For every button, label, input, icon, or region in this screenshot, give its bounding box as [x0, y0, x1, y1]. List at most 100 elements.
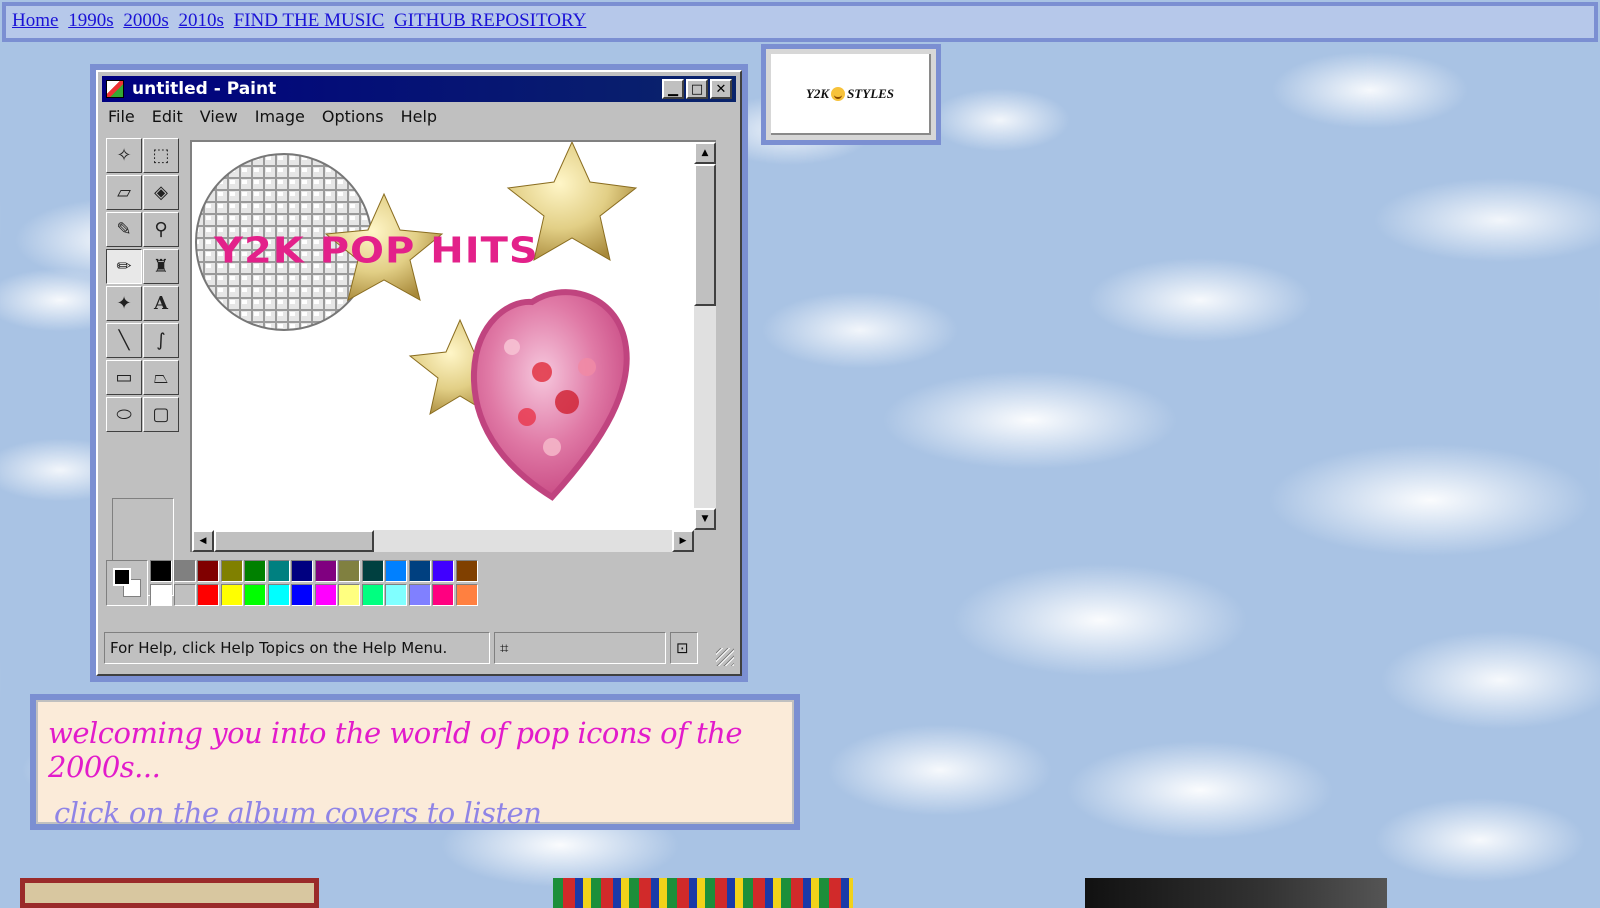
menu-file[interactable]: File — [108, 107, 135, 126]
status-bar: For Help, click Help Topics on the Help … — [104, 632, 734, 666]
album-cover-3[interactable] — [1085, 878, 1387, 908]
window-controls: ▁ □ ✕ — [662, 79, 732, 99]
color-picker-icon[interactable]: ✎ — [106, 212, 142, 247]
rounded-rect-icon[interactable]: ▢ — [143, 397, 179, 432]
text-tool-icon[interactable]: A — [143, 286, 179, 321]
scroll-right-icon[interactable]: ▶ — [672, 530, 694, 552]
paint-window: untitled - Paint ▁ □ ✕ File Edit View Im… — [96, 70, 742, 676]
minimize-button[interactable]: ▁ — [662, 79, 684, 99]
palette-swatch[interactable] — [150, 584, 172, 606]
nav-link-github-repository[interactable]: GITHUB REPOSITORY — [394, 10, 586, 31]
nav-link-find-the-music[interactable]: FIND THE MUSIC — [234, 10, 385, 31]
palette-swatch[interactable] — [173, 584, 196, 606]
vertical-scroll-thumb[interactable] — [694, 164, 716, 306]
selection-size-icon: ⊡ — [670, 632, 698, 664]
brush-icon[interactable]: ♜ — [143, 249, 179, 284]
canvas-headline: Y2K POP HITS — [214, 230, 539, 272]
palette-swatch[interactable] — [314, 560, 337, 582]
palette-swatch[interactable] — [385, 560, 407, 582]
toolbox: ✧ ⬚ ▱ ◈ ✎ ⚲ ✏ ♜ ✦ A ╲ ∫ ▭ ⏢ ⬭ ▢ — [106, 138, 184, 596]
eraser-icon[interactable]: ▱ — [106, 175, 142, 210]
y2k-styles-badge: Y2K STYLES — [761, 44, 941, 145]
welcome-line-1: welcoming you into the world of pop icon… — [48, 716, 743, 784]
palette-swatch[interactable] — [432, 584, 454, 606]
current-colors[interactable] — [106, 560, 148, 606]
palette-swatch[interactable] — [314, 584, 337, 606]
line-icon[interactable]: ╲ — [106, 323, 142, 358]
paint-title: untitled - Paint — [132, 79, 277, 99]
paint-canvas[interactable]: Y2K POP HITS — [192, 142, 694, 530]
nav-link-1990s[interactable]: 1990s — [68, 10, 113, 31]
palette-swatch[interactable] — [220, 560, 243, 582]
nav-link-2000s[interactable]: 2000s — [123, 10, 168, 31]
badge-suffix: STYLES — [847, 85, 895, 101]
palette-swatch[interactable] — [408, 560, 431, 582]
menu-view[interactable]: View — [200, 107, 238, 126]
album-cover-2[interactable] — [553, 878, 853, 908]
top-nav: Home 1990s 2000s 2010s FIND THE MUSIC GI… — [2, 2, 1598, 42]
scrollbar-corner — [694, 530, 716, 552]
welcome-panel: welcoming you into the world of pop icon… — [30, 694, 800, 830]
palette-swatch[interactable] — [455, 560, 478, 582]
menu-help[interactable]: Help — [401, 107, 437, 126]
palette-swatch[interactable] — [385, 584, 407, 606]
polygon-icon[interactable]: ⏢ — [143, 360, 179, 395]
foreground-color — [113, 568, 131, 586]
menu-options[interactable]: Options — [322, 107, 384, 126]
palette-swatch[interactable] — [267, 584, 290, 606]
rectangle-icon[interactable]: ▭ — [106, 360, 142, 395]
smiley-icon — [831, 86, 846, 101]
close-button[interactable]: ✕ — [710, 79, 732, 99]
maximize-button[interactable]: □ — [686, 79, 708, 99]
paint-app-icon — [106, 80, 124, 98]
heart-icon — [470, 289, 630, 501]
palette-swatch[interactable] — [244, 584, 266, 606]
horizontal-scroll-thumb[interactable] — [214, 530, 374, 552]
vertical-scrollbar[interactable]: ▲ ▼ — [694, 142, 716, 530]
palette-swatch[interactable] — [408, 584, 431, 606]
palette-swatch[interactable] — [432, 560, 454, 582]
palette-swatch[interactable] — [361, 560, 384, 582]
paint-titlebar[interactable]: untitled - Paint ▁ □ ✕ — [102, 76, 736, 102]
scroll-up-icon[interactable]: ▲ — [694, 142, 716, 164]
nav-link-2010s[interactable]: 2010s — [179, 10, 224, 31]
horizontal-scrollbar[interactable]: ◀ ▶ — [192, 530, 694, 552]
nav-link-home[interactable]: Home — [12, 10, 58, 31]
palette-swatch[interactable] — [220, 584, 243, 606]
curve-icon[interactable]: ∫ — [143, 323, 179, 358]
palette-swatch[interactable] — [197, 560, 219, 582]
scroll-left-icon[interactable]: ◀ — [192, 530, 214, 552]
cursor-position-icon: ⌗ — [494, 632, 666, 664]
pencil-icon[interactable]: ✏ — [106, 249, 142, 284]
free-select-icon[interactable]: ✧ — [106, 138, 142, 173]
ellipse-icon[interactable]: ⬭ — [106, 397, 142, 432]
palette-swatch[interactable] — [291, 560, 313, 582]
paint-frame: untitled - Paint ▁ □ ✕ File Edit View Im… — [90, 64, 748, 682]
palette-swatch[interactable] — [244, 560, 266, 582]
palette-swatch[interactable] — [291, 584, 313, 606]
resize-grip-icon[interactable] — [716, 648, 734, 666]
canvas-artwork — [195, 142, 638, 501]
rect-select-icon[interactable]: ⬚ — [143, 138, 179, 173]
palette-swatch[interactable] — [455, 584, 478, 606]
fill-bucket-icon[interactable]: ◈ — [143, 175, 179, 210]
palette-swatch[interactable] — [150, 560, 172, 582]
badge-prefix: Y2K — [805, 85, 830, 101]
scroll-down-icon[interactable]: ▼ — [694, 508, 716, 530]
welcome-line-2: click on the album covers to listen — [54, 796, 542, 830]
palette-swatch[interactable] — [361, 584, 384, 606]
palette-swatch[interactable] — [267, 560, 290, 582]
palette-swatch[interactable] — [338, 560, 360, 582]
palette-swatch[interactable] — [338, 584, 360, 606]
airbrush-icon[interactable]: ✦ — [106, 286, 142, 321]
status-text: For Help, click Help Topics on the Help … — [104, 632, 490, 664]
badge-label: Y2K STYLES — [771, 54, 931, 135]
palette-swatch[interactable] — [197, 584, 219, 606]
album-cover-1[interactable] — [20, 878, 319, 908]
welcome-inner: welcoming you into the world of pop icon… — [36, 700, 794, 830]
menu-image[interactable]: Image — [255, 107, 305, 126]
canvas-area: Y2K POP HITS ▲ ▼ ◀ ▶ — [190, 140, 716, 552]
magnifier-icon[interactable]: ⚲ — [143, 212, 179, 247]
menu-edit[interactable]: Edit — [152, 107, 183, 126]
palette-swatch[interactable] — [173, 560, 196, 582]
